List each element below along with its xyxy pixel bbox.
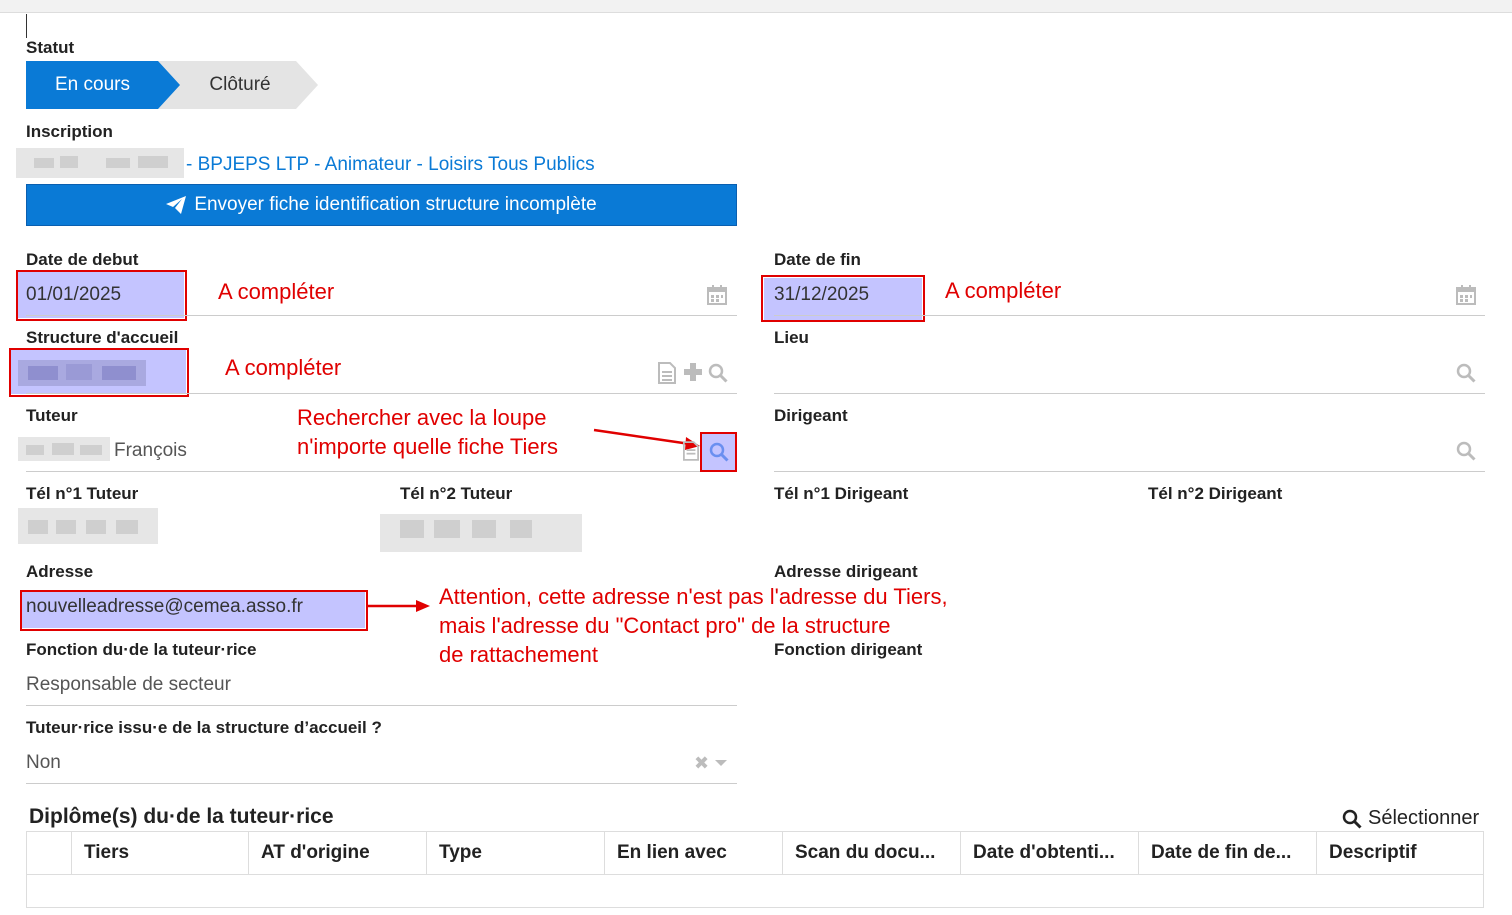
adresse-label: Adresse [26,562,94,581]
annotation-a-completer-1: A compléter [218,279,335,304]
annotation-box-structure [9,348,189,397]
column-header[interactable]: Type [426,831,605,875]
dirigeant-underline [774,471,1485,472]
table-header-row: Tiers AT d'origine Type En lien avec Sca… [26,831,1484,875]
redacted-name [16,148,184,178]
adresse-dirigeant-label: Adresse dirigeant [774,562,918,581]
fonction-tuteur-label: Fonction du·de la tuteur·rice [26,640,257,659]
date-debut-underline [26,315,737,316]
tuteur-issu-select[interactable]: Non [26,752,61,774]
diplomes-select-button[interactable]: Sélectionner [1342,807,1479,830]
clear-icon[interactable]: ✖ [694,754,709,774]
column-header[interactable]: Scan du docu... [782,831,961,875]
search-icon[interactable] [708,363,728,386]
fonction-dirigeant-label: Fonction dirigeant [774,640,923,659]
text-cursor [26,14,27,38]
column-header[interactable]: Date de fin de... [1138,831,1317,875]
status-step-en-cours[interactable]: En cours [26,61,181,109]
table-row [26,874,1484,908]
search-icon[interactable] [1456,363,1476,386]
annotation-a-completer-3: A compléter [225,355,342,380]
search-icon[interactable] [1456,441,1476,464]
plus-icon[interactable] [683,362,703,385]
lieu-label: Lieu [774,328,809,347]
form-panel [0,12,1512,915]
tuteur-label: Tuteur [26,406,78,425]
column-header[interactable]: Descriptif [1316,831,1484,875]
structure-label: Structure d'accueil [26,328,179,347]
status-label: Statut [26,38,75,57]
fonction-tuteur-input[interactable]: Responsable de secteur [26,674,231,696]
date-debut-label: Date de debut [26,250,139,269]
structure-underline [26,393,737,394]
annotation-box-tuteur-search [700,432,737,472]
tuteur-issu-underline [26,783,737,784]
annotation-a-completer-2: A compléter [945,278,1062,303]
diplomes-table: Tiers AT d'origine Type En lien avec Sca… [26,831,1484,908]
calendar-icon[interactable] [1456,285,1476,308]
status-step-label: En cours [55,74,130,95]
annotation-box-date-debut [16,270,187,321]
tel1-tuteur-label: Tél n°1 Tuteur [26,484,139,503]
chevron-down-icon[interactable] [714,754,728,774]
document-icon[interactable] [658,362,676,387]
tel2-dirigeant-label: Tél n°2 Dirigeant [1148,484,1283,503]
redacted-tel2-tuteur [380,514,582,552]
status-step-label: Clôturé [209,74,271,95]
dirigeant-label: Dirigeant [774,406,848,425]
annotation-adresse-line1: Attention, cette adresse n'est pas l'adr… [439,584,948,609]
calendar-icon[interactable] [707,285,727,308]
fonction-tuteur-underline [26,705,737,706]
send-incomplete-structure-button[interactable]: Envoyer fiche identification structure i… [26,184,737,226]
tuteur-underline [26,471,700,472]
annotation-adresse-line2: mais l'adresse du "Contact pro" de la st… [439,613,891,638]
annotation-box-adresse [20,590,368,631]
search-icon [1342,809,1362,829]
date-fin-underline [774,315,1485,316]
column-header[interactable]: En lien avec [604,831,783,875]
annotation-loupe-line2: n'importe quelle fiche Tiers [297,434,558,459]
annotation-adresse-line3: de rattachement [439,642,598,667]
document-icon[interactable] [683,441,699,464]
tel2-tuteur-label: Tél n°2 Tuteur [400,484,513,503]
tuteur-issu-label: Tuteur·rice issu·e de la structure d’acc… [26,718,382,737]
redacted-tel1-tuteur [18,508,158,544]
column-header[interactable]: Tiers [71,831,249,875]
inscription-link[interactable]: - BPJEPS LTP - Animateur - Loisirs Tous … [186,154,595,176]
status-step-cloture[interactable]: Clôturé [158,61,318,109]
annotation-arrow-adresse [366,600,430,612]
date-fin-label: Date de fin [774,250,861,269]
paper-plane-icon [166,196,187,214]
select-label: Sélectionner [1368,807,1480,829]
inscription-label: Inscription [26,122,113,141]
column-header[interactable]: Date d'obtenti... [960,831,1139,875]
send-button-label: Envoyer fiche identification structure i… [194,194,597,215]
column-header-checkbox[interactable] [26,831,72,875]
column-header[interactable]: AT d'origine [248,831,427,875]
tel1-dirigeant-label: Tél n°1 Dirigeant [774,484,909,503]
lieu-underline [774,393,1485,394]
tuteur-input[interactable]: François [114,440,187,462]
annotation-loupe-line1: Rechercher avec la loupe [297,405,547,430]
redacted-tuteur-lastname [18,437,110,461]
diplomes-title: Diplôme(s) du·de la tuteur·rice [29,805,334,828]
